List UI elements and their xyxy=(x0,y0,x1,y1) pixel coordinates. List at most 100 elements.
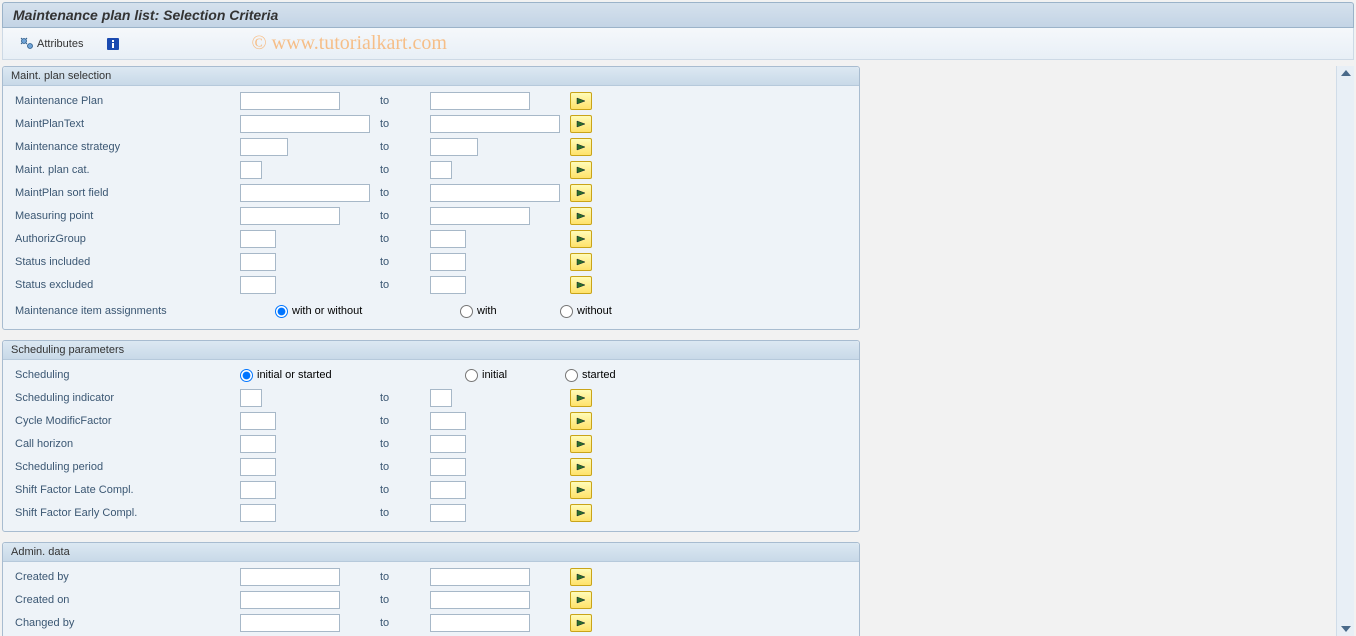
to-label: to xyxy=(380,392,430,404)
radio-without[interactable]: without xyxy=(560,305,612,318)
shift-late-to-input[interactable] xyxy=(430,481,466,499)
info-button[interactable] xyxy=(99,36,127,52)
status-excluded-to-input[interactable] xyxy=(430,276,466,294)
shift-early-to-input[interactable] xyxy=(430,504,466,522)
shift-early-from-input[interactable] xyxy=(240,504,276,522)
maint-plan-text-from-input[interactable] xyxy=(240,115,370,133)
to-label: to xyxy=(380,484,430,496)
to-label: to xyxy=(380,594,430,606)
to-label: to xyxy=(380,461,430,473)
radio-label: started xyxy=(582,369,616,381)
created-on-from-input[interactable] xyxy=(240,591,340,609)
field-label: Changed by xyxy=(15,617,240,629)
measuring-point-from-input[interactable] xyxy=(240,207,340,225)
cycle-modific-to-input[interactable] xyxy=(430,412,466,430)
multiple-selection-button[interactable] xyxy=(570,568,592,586)
multiple-selection-button[interactable] xyxy=(570,184,592,202)
multiple-selection-button[interactable] xyxy=(570,92,592,110)
maintenance-strategy-to-input[interactable] xyxy=(430,138,478,156)
attributes-button[interactable]: Attributes xyxy=(13,36,89,52)
cycle-modific-from-input[interactable] xyxy=(240,412,276,430)
maint-plan-sort-from-input[interactable] xyxy=(240,184,370,202)
multiple-selection-button[interactable] xyxy=(570,481,592,499)
measuring-point-to-input[interactable] xyxy=(430,207,530,225)
scroll-up-icon[interactable] xyxy=(1341,70,1351,76)
maintenance-strategy-from-input[interactable] xyxy=(240,138,288,156)
maint-plan-cat-to-input[interactable] xyxy=(430,161,452,179)
field-label: Shift Factor Early Compl. xyxy=(15,507,240,519)
multiple-selection-button[interactable] xyxy=(570,115,592,133)
group-admin-data: Admin. data Created by to Created on to xyxy=(2,542,860,636)
multiple-selection-button[interactable] xyxy=(570,389,592,407)
created-by-to-input[interactable] xyxy=(430,568,530,586)
multiple-selection-button[interactable] xyxy=(570,207,592,225)
multiple-selection-button[interactable] xyxy=(570,504,592,522)
status-included-to-input[interactable] xyxy=(430,253,466,271)
maint-plan-cat-from-input[interactable] xyxy=(240,161,262,179)
changed-by-to-input[interactable] xyxy=(430,614,530,632)
radio-with-or-without[interactable]: with or without xyxy=(275,305,430,318)
radio-label: with or without xyxy=(292,305,362,317)
field-label: Status excluded xyxy=(15,279,240,291)
multiple-selection-button[interactable] xyxy=(570,161,592,179)
radio-initial[interactable]: initial xyxy=(465,369,535,382)
row-maintenance-strategy: Maintenance strategy to xyxy=(15,136,851,158)
maint-plan-sort-to-input[interactable] xyxy=(430,184,560,202)
changed-by-from-input[interactable] xyxy=(240,614,340,632)
authoriz-group-from-input[interactable] xyxy=(240,230,276,248)
field-label: Scheduling xyxy=(15,369,240,381)
scheduling-period-from-input[interactable] xyxy=(240,458,276,476)
created-on-to-input[interactable] xyxy=(430,591,530,609)
multiple-selection-button[interactable] xyxy=(570,230,592,248)
scheduling-period-to-input[interactable] xyxy=(430,458,466,476)
radio-input[interactable] xyxy=(465,369,478,382)
maintenance-plan-to-input[interactable] xyxy=(430,92,530,110)
radio-initial-or-started[interactable]: initial or started xyxy=(240,369,395,382)
field-label: MaintPlanText xyxy=(15,118,240,130)
authoriz-group-to-input[interactable] xyxy=(430,230,466,248)
field-label: Shift Factor Late Compl. xyxy=(15,484,240,496)
field-label: Measuring point xyxy=(15,210,240,222)
to-label: to xyxy=(380,415,430,427)
scheduling-indicator-from-input[interactable] xyxy=(240,389,262,407)
attributes-label: Attributes xyxy=(37,38,83,50)
scroll-down-icon[interactable] xyxy=(1341,626,1351,632)
radio-input[interactable] xyxy=(565,369,578,382)
row-changed-by: Changed by to xyxy=(15,612,851,634)
multiple-selection-button[interactable] xyxy=(570,614,592,632)
maint-plan-text-to-input[interactable] xyxy=(430,115,560,133)
radio-with[interactable]: with xyxy=(460,305,530,318)
radio-input[interactable] xyxy=(560,305,573,318)
vertical-scrollbar[interactable] xyxy=(1336,66,1354,636)
toolbar: Attributes © www.tutorialkart.com xyxy=(2,28,1354,60)
field-label: Maint. plan cat. xyxy=(15,164,240,176)
radio-label: initial xyxy=(482,369,507,381)
radio-started[interactable]: started xyxy=(565,369,616,382)
created-by-from-input[interactable] xyxy=(240,568,340,586)
status-excluded-from-input[interactable] xyxy=(240,276,276,294)
multiple-selection-button[interactable] xyxy=(570,253,592,271)
multiple-selection-button[interactable] xyxy=(570,276,592,294)
field-label: Call horizon xyxy=(15,438,240,450)
to-label: to xyxy=(380,617,430,629)
to-label: to xyxy=(380,187,430,199)
field-label: Maintenance Plan xyxy=(15,95,240,107)
radio-input[interactable] xyxy=(240,369,253,382)
radio-input[interactable] xyxy=(460,305,473,318)
to-label: to xyxy=(380,118,430,130)
multiple-selection-button[interactable] xyxy=(570,138,592,156)
multiple-selection-button[interactable] xyxy=(570,591,592,609)
multiple-selection-button[interactable] xyxy=(570,412,592,430)
call-horizon-from-input[interactable] xyxy=(240,435,276,453)
maintenance-plan-from-input[interactable] xyxy=(240,92,340,110)
scheduling-indicator-to-input[interactable] xyxy=(430,389,452,407)
to-label: to xyxy=(380,210,430,222)
multiple-selection-button[interactable] xyxy=(570,435,592,453)
field-label: MaintPlan sort field xyxy=(15,187,240,199)
field-label: Status included xyxy=(15,256,240,268)
status-included-from-input[interactable] xyxy=(240,253,276,271)
radio-input[interactable] xyxy=(275,305,288,318)
call-horizon-to-input[interactable] xyxy=(430,435,466,453)
shift-late-from-input[interactable] xyxy=(240,481,276,499)
multiple-selection-button[interactable] xyxy=(570,458,592,476)
